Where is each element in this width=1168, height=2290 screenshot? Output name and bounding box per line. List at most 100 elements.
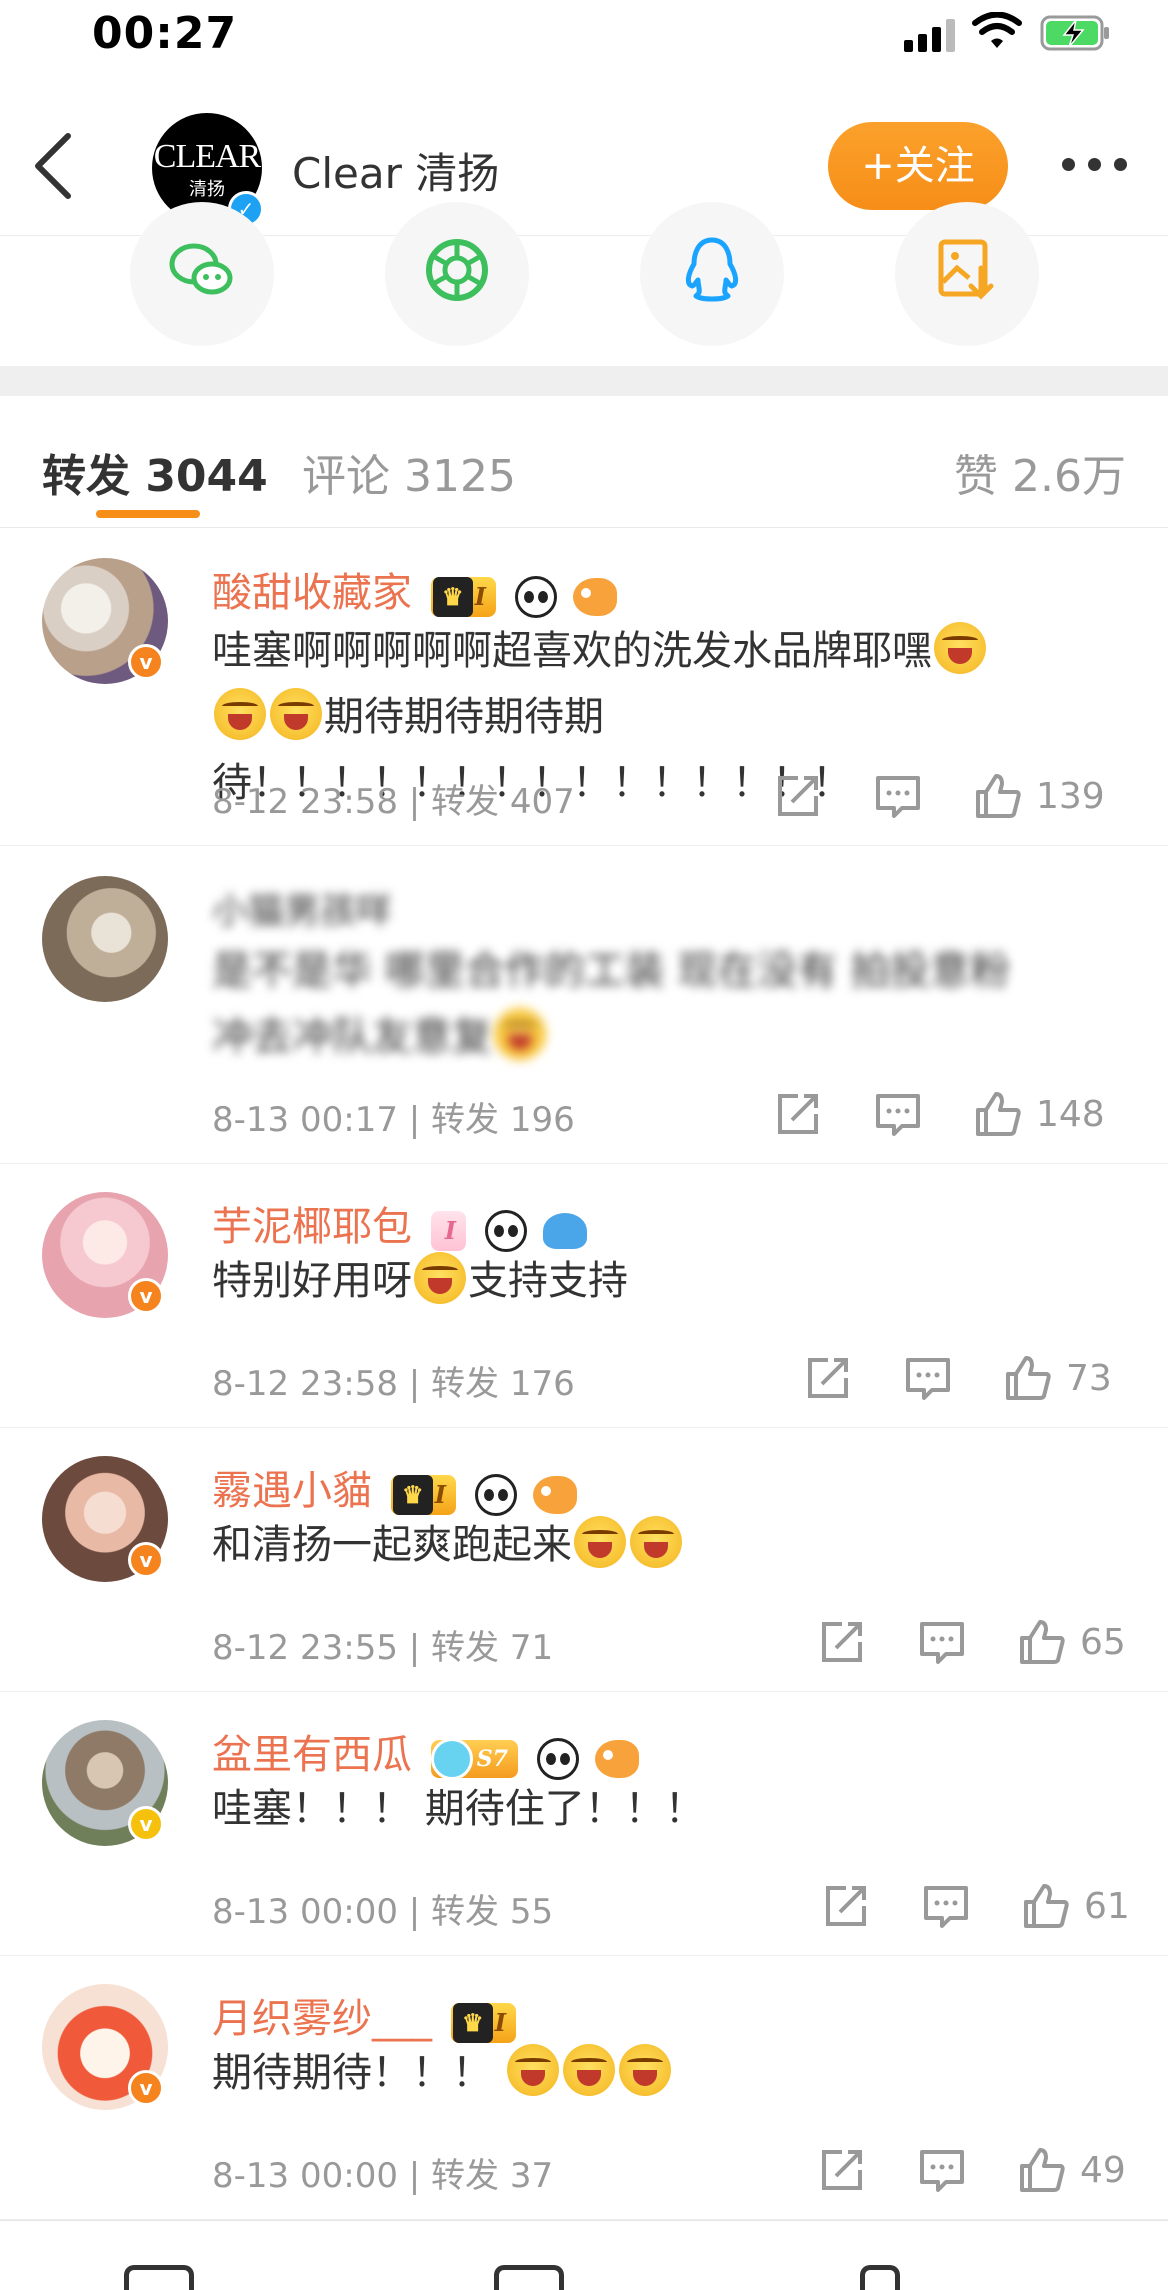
back-arrow-icon[interactable]	[26, 126, 86, 206]
wifi-icon	[972, 12, 1022, 48]
nickname[interactable]: 盆里有西瓜 S7	[212, 1722, 640, 1780]
post-meta: 8-12 23:58 | 转发 176	[212, 1364, 575, 1404]
like-count: 73	[1066, 1358, 1112, 1399]
action-bar: 61	[820, 1880, 1132, 1932]
laugh-cry-emoji-icon	[562, 2044, 615, 2096]
list-item: v 盆里有西瓜 S7 哇塞！！！ 期待住了！！！ 8-13 00:00 | 转发…	[0, 1692, 1168, 1956]
repost-icon[interactable]	[802, 1352, 854, 1404]
nickname[interactable]: 霧遇小貓 ♛ I	[212, 1458, 578, 1516]
repost-icon[interactable]	[816, 1616, 868, 1668]
repost-icon[interactable]	[772, 770, 824, 822]
member-level-badge: I	[430, 1211, 466, 1251]
like-icon[interactable]	[1016, 2144, 1068, 2196]
repost-icon[interactable]	[816, 2144, 868, 2196]
repost-text: 期待期待！！！	[212, 2040, 1122, 2106]
laugh-cry-emoji-icon	[506, 2044, 559, 2096]
post-meta: 8-13 00:17 | 转发 196	[212, 1100, 575, 1140]
comment-icon[interactable]	[916, 2144, 968, 2196]
like-bar-icon[interactable]	[860, 2265, 900, 2290]
like-icon[interactable]	[1020, 1880, 1072, 1932]
fish-icon	[533, 1476, 578, 1514]
comment-icon[interactable]	[916, 1616, 968, 1668]
post-meta: 8-13 00:00 | 转发 37	[212, 2156, 554, 2196]
action-bar: 65	[816, 1616, 1132, 1668]
tab-comment[interactable]: 评论 3125	[302, 440, 516, 504]
avatar[interactable]	[42, 876, 168, 1002]
nickname[interactable]: 月织雾纱___ ♛ I	[212, 1986, 522, 2044]
battery-charging-icon	[1040, 15, 1109, 51]
bottom-action-bar	[0, 2220, 1168, 2290]
account-name[interactable]: Clear 清扬	[292, 140, 499, 201]
tab-like[interactable]: 赞 2.6万	[954, 440, 1126, 504]
moments-icon[interactable]	[385, 202, 529, 346]
level-label: I	[474, 582, 486, 611]
level-label: S7	[476, 1746, 508, 1772]
repost-bar-icon[interactable]	[124, 2265, 194, 2290]
repost-icon[interactable]	[772, 1088, 824, 1140]
crown-icon: ♛	[392, 1475, 433, 1515]
follow-button[interactable]: +关注	[828, 122, 1008, 210]
repost-text: 是不是华 哪里合作的工装 现在没有 拍投意粉 冲去冲队友意复	[212, 938, 1122, 1070]
brand-logo-text: CLEAR	[153, 138, 261, 175]
post-meta: 8-12 23:55 | 转发 71	[212, 1628, 554, 1668]
nickname-text: 霧遇小貓	[212, 1468, 372, 1514]
nickname[interactable]: 酸甜收藏家 ♛ I	[212, 560, 618, 618]
emoji-icon	[494, 1008, 546, 1060]
nickname-text: 酸甜收藏家	[212, 570, 412, 616]
shark-icon	[543, 1213, 588, 1249]
like-count: 65	[1080, 1622, 1126, 1663]
post-meta: 8-13 00:00 | 转发 55	[212, 1892, 554, 1932]
wechat-icon[interactable]	[130, 202, 274, 346]
post-time: 8-13 00:17	[212, 1100, 398, 1140]
post-time: 8-12 23:58	[212, 1364, 398, 1404]
tab-forward[interactable]: 转发 3044	[42, 440, 268, 504]
comment-icon[interactable]	[872, 770, 924, 822]
like-icon[interactable]	[1002, 1352, 1054, 1404]
fish-icon	[595, 1740, 640, 1778]
level-label: I	[444, 1216, 456, 1245]
status-bar: 00:27	[0, 0, 1168, 68]
post-time: 8-13 00:00	[212, 2156, 398, 2196]
qq-icon[interactable]	[640, 202, 784, 346]
section-divider	[0, 366, 1168, 396]
panda-icon	[474, 1474, 517, 1516]
repost-text-line: 哇塞啊啊啊啊啊超喜欢的洗发水品牌耶嘿	[212, 628, 932, 674]
more-options-icon[interactable]	[1056, 132, 1136, 192]
comment-icon[interactable]	[920, 1880, 972, 1932]
comment-bar-icon[interactable]	[494, 2265, 564, 2290]
comment-icon[interactable]	[872, 1088, 924, 1140]
forward-count: 转发 37	[431, 2156, 554, 2196]
repost-text: 哇塞！！！ 期待住了！！！	[212, 1776, 1122, 1842]
verified-badge-icon: v	[128, 1806, 164, 1842]
forward-list: v 酸甜收藏家 ♛ I 哇塞啊啊啊啊啊超喜欢的洗发水品牌耶嘿 期待期待期待期待！！…	[0, 528, 1168, 2220]
action-bar: 148	[772, 1088, 1132, 1140]
post-time: 8-12 23:55	[212, 1628, 398, 1668]
forward-count: 转发 196	[431, 1100, 575, 1140]
verified-badge-icon: v	[128, 2070, 164, 2106]
fish-icon	[573, 578, 618, 616]
post-meta: 8-12 23:58 | 转发 407	[212, 782, 575, 822]
nickname[interactable]: 小猫男孩咩	[212, 882, 392, 934]
post-time: 8-12 23:58	[212, 782, 398, 822]
forward-count: 转发 176	[431, 1364, 575, 1404]
verified-badge-icon: v	[128, 1542, 164, 1578]
like-icon[interactable]	[972, 770, 1024, 822]
member-level-badge: S7	[430, 1738, 518, 1780]
action-bar: 139	[772, 770, 1132, 822]
status-time: 00:27	[92, 8, 238, 59]
like-icon[interactable]	[1016, 1616, 1068, 1668]
nickname[interactable]: 芋泥椰耶包 I	[212, 1194, 588, 1252]
active-tab-indicator	[96, 510, 200, 518]
repost-text: 和清扬一起爽跑起来	[212, 1512, 1122, 1578]
list-item: v 月织雾纱___ ♛ I 期待期待！！！ 8-13 00:00 | 转发 37 …	[0, 1956, 1168, 2220]
list-item: 小猫男孩咩 是不是华 哪里合作的工装 现在没有 拍投意粉 冲去冲队友意复 8-1…	[0, 846, 1168, 1164]
save-image-icon[interactable]	[895, 202, 1039, 346]
interaction-tabs: 转发 3044 评论 3125 赞 2.6万	[0, 396, 1168, 528]
repost-icon[interactable]	[820, 1880, 872, 1932]
forward-count: 转发 71	[431, 1628, 554, 1668]
like-icon[interactable]	[972, 1088, 1024, 1140]
like-count: 139	[1036, 776, 1105, 817]
comment-icon[interactable]	[902, 1352, 954, 1404]
verified-badge-icon: v	[128, 1278, 164, 1314]
panda-icon	[536, 1738, 579, 1780]
